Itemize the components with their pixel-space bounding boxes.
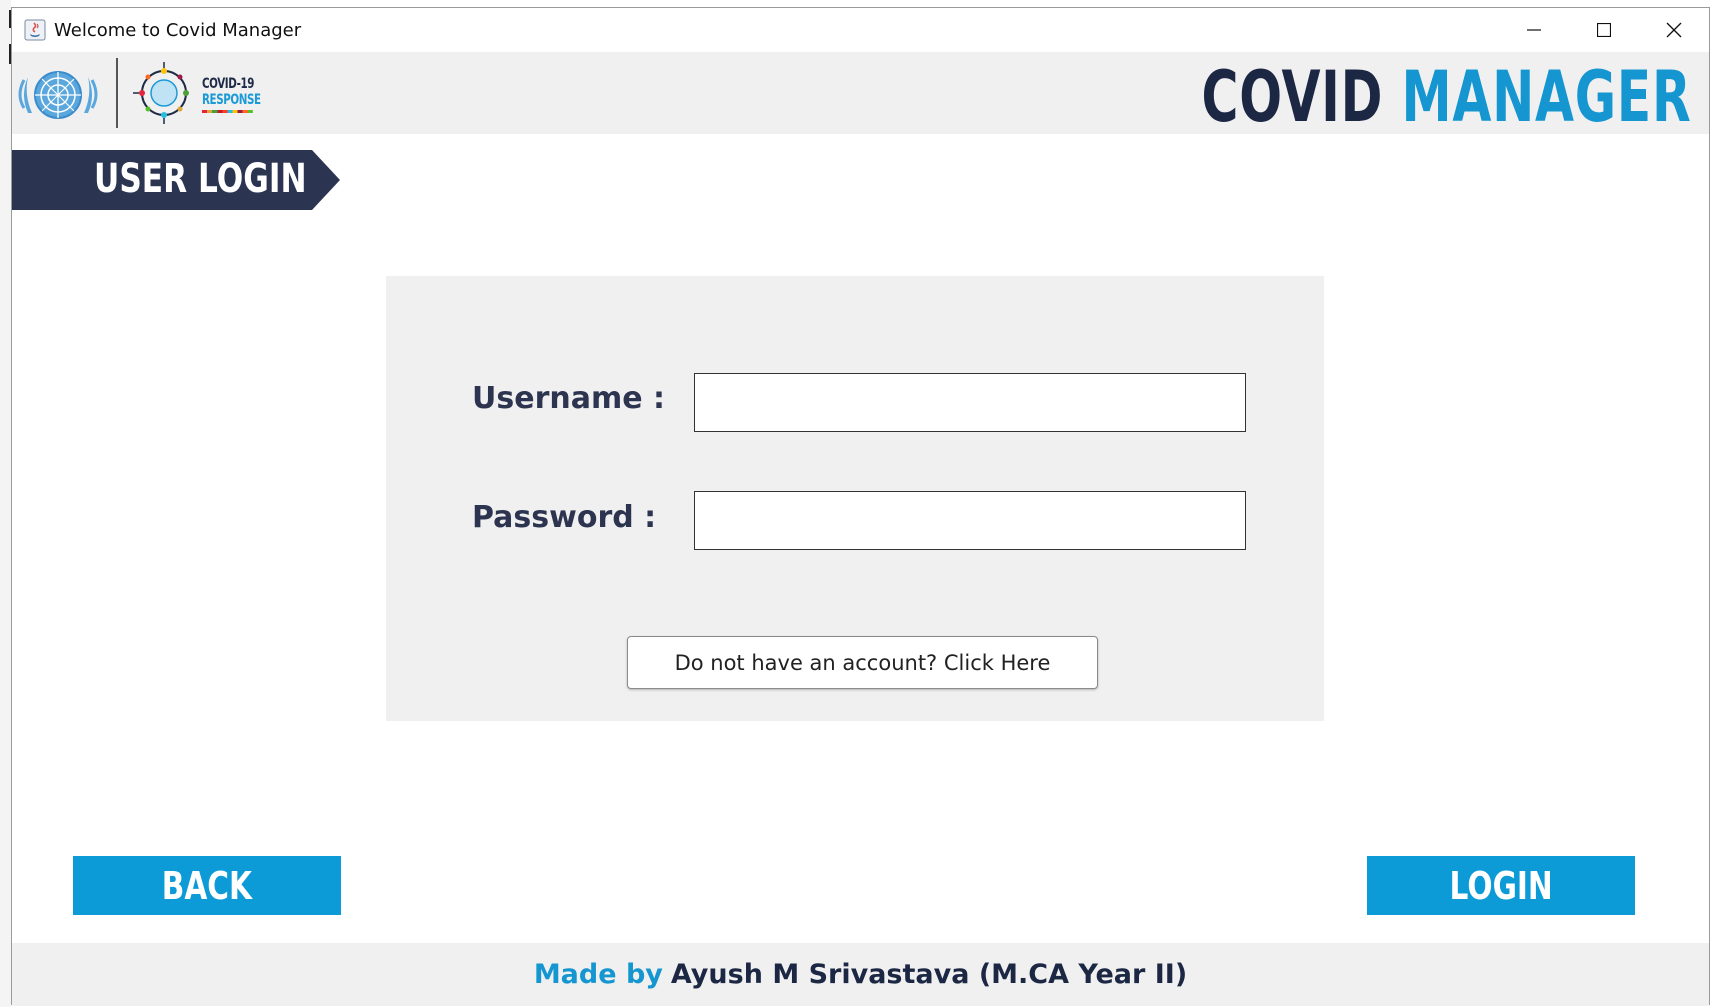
- covid-response-wordmark: COVID-19 RESPONSE: [202, 76, 261, 113]
- password-label: Password :: [472, 500, 657, 535]
- maximize-button[interactable]: [1569, 8, 1639, 52]
- footer: Made by Ayush M Srivastava (M.CA Year II…: [12, 943, 1709, 1006]
- minimize-icon: [1527, 29, 1541, 31]
- title-bar[interactable]: Welcome to Covid Manager: [12, 8, 1709, 52]
- close-button[interactable]: [1639, 8, 1709, 52]
- partner-logo-line2: RESPONSE: [202, 92, 261, 108]
- brand-title-part2: MANAGER: [1400, 56, 1691, 138]
- footer-made-by: Made by: [533, 959, 663, 990]
- section-title-banner: USER LOGIN: [12, 150, 340, 210]
- app-header: COVID-19 RESPONSE COVID MANAGER: [12, 52, 1709, 138]
- close-icon: [1666, 22, 1682, 38]
- signup-link-button[interactable]: Do not have an account? Click Here: [627, 636, 1098, 689]
- un-emblem-logo: [18, 71, 98, 119]
- section-title: USER LOGIN: [94, 156, 307, 202]
- brand-title: COVID MANAGER: [1201, 56, 1691, 138]
- password-input[interactable]: [694, 491, 1246, 550]
- back-button-label: BACK: [161, 863, 253, 908]
- footer-author: Ayush M Srivastava (M.CA Year II): [670, 959, 1188, 990]
- window-title: Welcome to Covid Manager: [54, 20, 302, 41]
- partner-logo-line1: COVID-19: [202, 76, 255, 92]
- username-input[interactable]: [694, 373, 1246, 432]
- login-button-label: LOGIN: [1449, 863, 1553, 908]
- app-window: Welcome to Covid Manager COVID-19 RESPON…: [11, 7, 1710, 1006]
- login-form-panel: Username : Password : Do not have an acc…: [386, 276, 1324, 721]
- desktop-edge: [0, 0, 11, 1007]
- back-button[interactable]: BACK: [73, 856, 341, 915]
- java-app-icon: [24, 19, 46, 41]
- brand-title-part1: COVID: [1201, 56, 1383, 138]
- sdg-color-stripe: [202, 110, 253, 113]
- login-button[interactable]: LOGIN: [1367, 856, 1635, 915]
- maximize-icon: [1597, 23, 1611, 37]
- minimize-button[interactable]: [1499, 8, 1569, 52]
- username-label: Username :: [472, 381, 666, 416]
- covid-response-logo: [133, 62, 189, 124]
- header-divider: [116, 58, 118, 128]
